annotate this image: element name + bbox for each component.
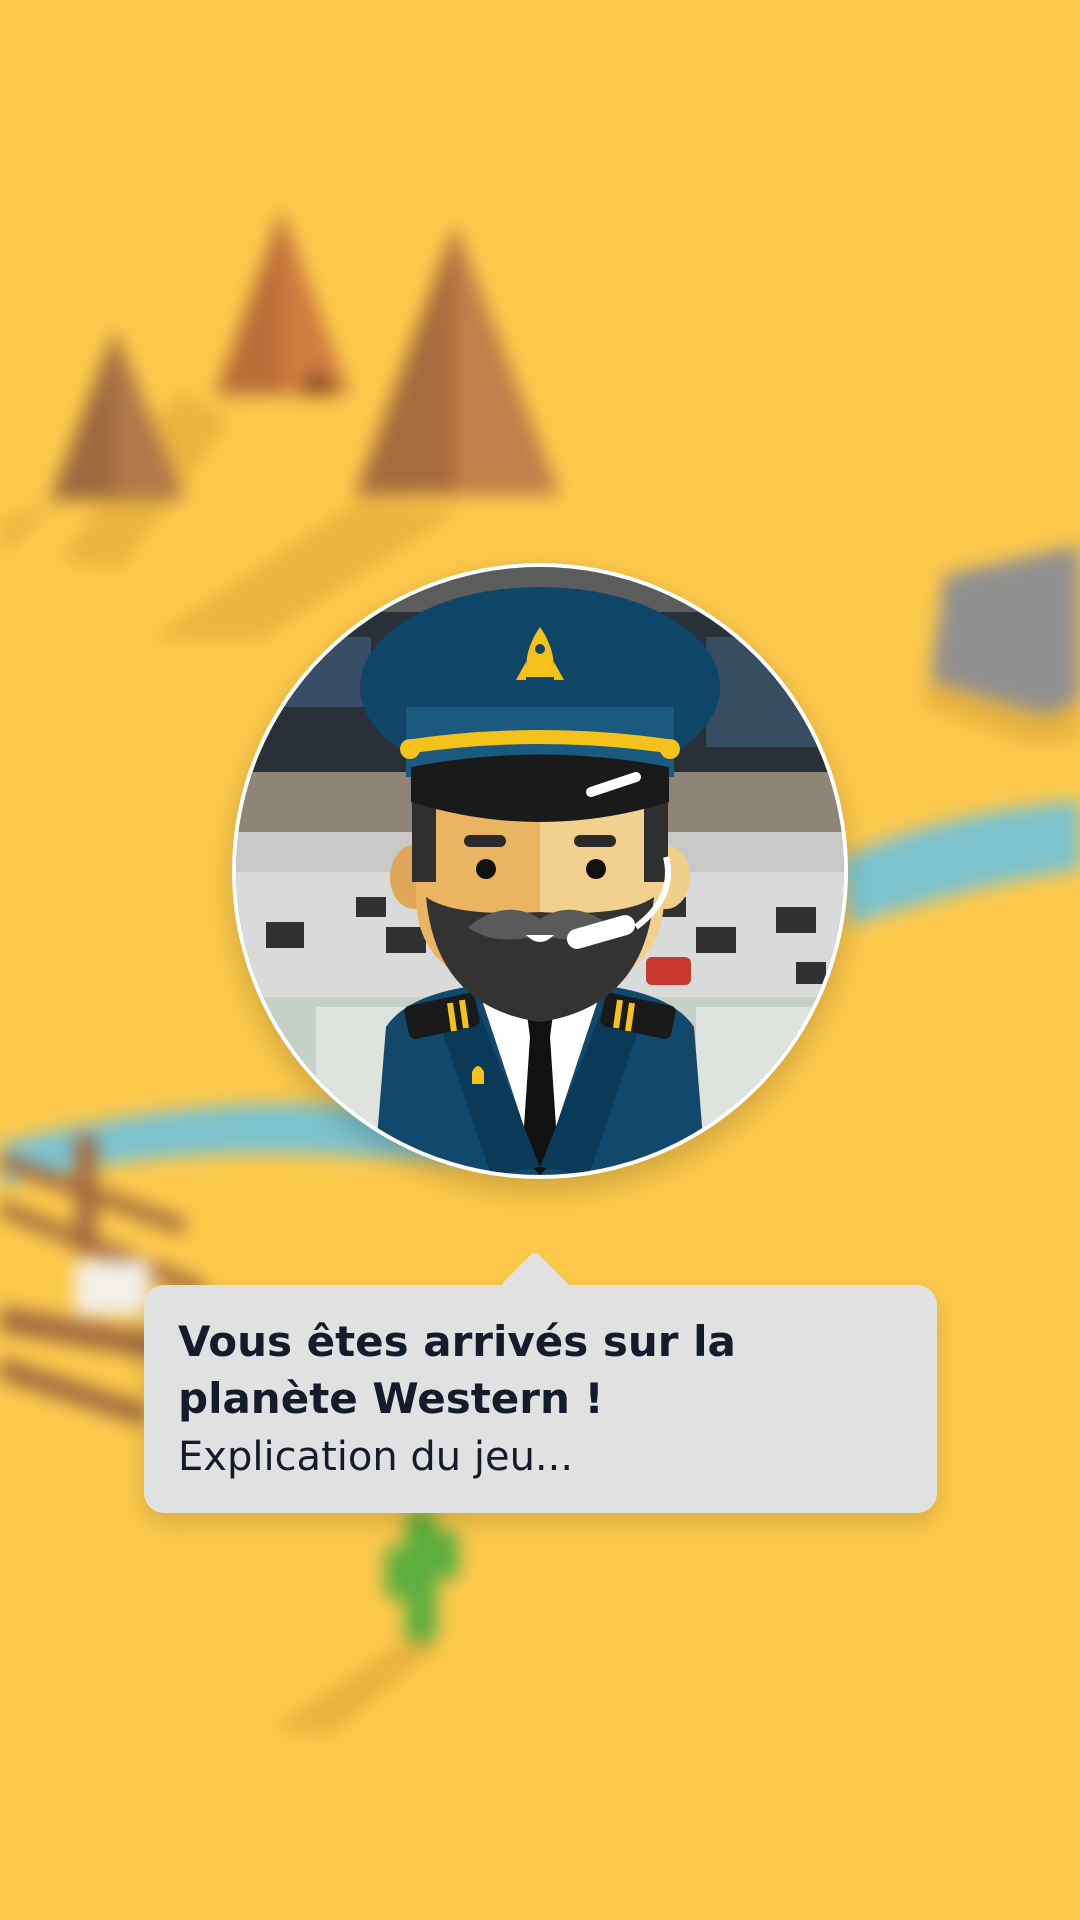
dialog-text: Explication du jeu...: [178, 1434, 574, 1480]
captain-avatar: [236, 567, 844, 1175]
captain-avatar-frame: [232, 563, 848, 1179]
dialog-bubble[interactable]: Vous êtes arrivés sur la planète Western…: [144, 1250, 937, 1513]
dialog-title: Vous êtes arrivés sur la planète Western…: [178, 1317, 736, 1423]
